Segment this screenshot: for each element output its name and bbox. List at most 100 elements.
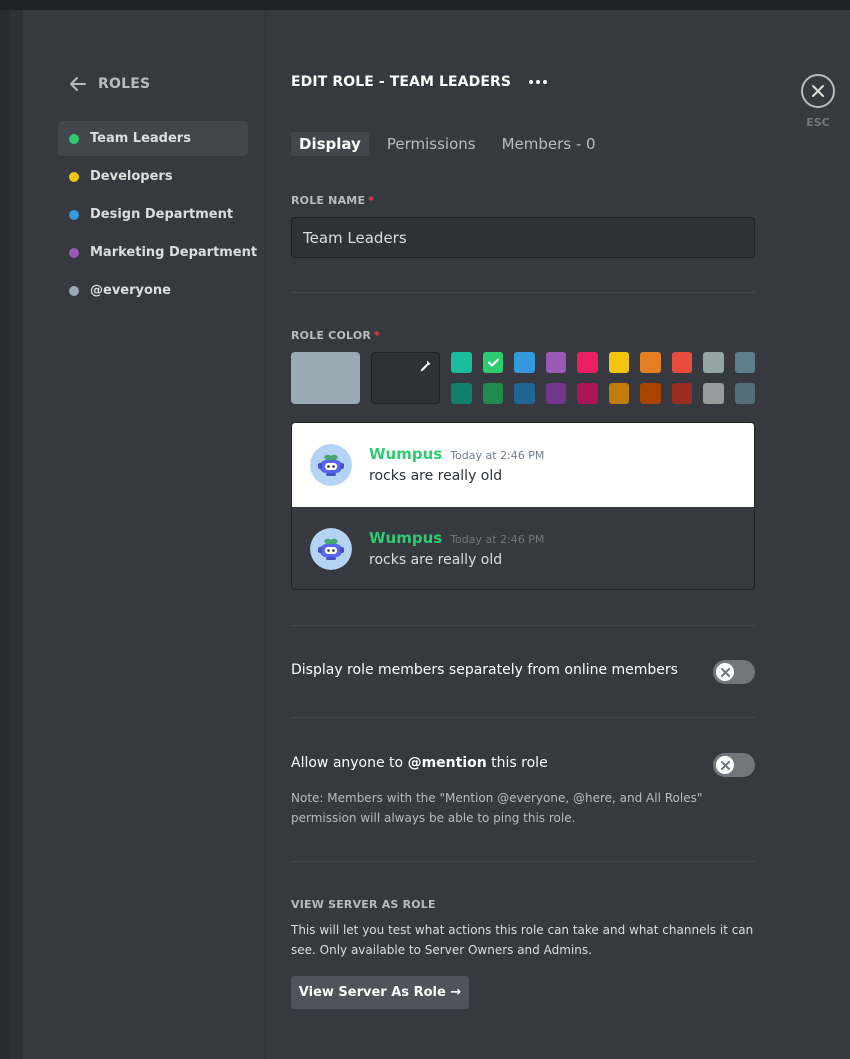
color-swatch[interactable] xyxy=(640,383,661,404)
role-item-team-leaders[interactable]: Team Leaders xyxy=(58,121,248,156)
close-area: ESC xyxy=(799,74,837,129)
mentionable-label-bold: @mention xyxy=(407,755,487,771)
color-swatch[interactable] xyxy=(514,383,535,404)
toggle-knob xyxy=(716,663,734,681)
swatch-row-top xyxy=(451,352,755,373)
role-item-marketing-department[interactable]: Marketing Department xyxy=(58,235,257,270)
message-header: Wumpus Today at 2:46 PM xyxy=(369,445,544,463)
color-swatch[interactable] xyxy=(734,352,755,373)
preview-timestamp: Today at 2:46 PM xyxy=(450,533,545,546)
color-swatches xyxy=(451,352,755,414)
role-item-label: Design Department xyxy=(90,207,234,222)
color-swatch-selected[interactable] xyxy=(482,352,503,373)
back-label: ROLES xyxy=(98,76,151,92)
role-item-label: Marketing Department xyxy=(90,245,258,260)
color-swatch[interactable] xyxy=(608,383,629,404)
role-item-label: Developers xyxy=(90,169,173,184)
swatch-row-bottom xyxy=(451,383,755,404)
divider xyxy=(291,717,755,718)
role-item-design-department[interactable]: Design Department xyxy=(58,197,248,232)
wumpus-avatar xyxy=(310,444,352,486)
hoist-toggle[interactable] xyxy=(713,660,755,684)
wumpus-avatar xyxy=(310,528,352,570)
close-icon xyxy=(720,667,730,677)
mentionable-toggle[interactable] xyxy=(713,753,755,777)
role-item-label: @everyone xyxy=(90,283,171,298)
role-color-label-text: ROLE COLOR xyxy=(291,329,372,342)
close-icon xyxy=(812,85,824,97)
color-swatch[interactable] xyxy=(703,383,724,404)
view-as-role-description: This will let you test what actions this… xyxy=(291,923,754,957)
eyedropper-icon xyxy=(420,360,431,372)
role-item-everyone[interactable]: @everyone xyxy=(58,273,248,308)
preview-message-dark: Wumpus Today at 2:46 PM rocks are really… xyxy=(292,507,754,589)
checkmark-icon xyxy=(487,358,499,367)
color-swatch[interactable] xyxy=(671,383,692,404)
role-name-label-text: ROLE NAME xyxy=(291,194,366,207)
color-swatch[interactable] xyxy=(545,383,566,404)
role-item-label: Team Leaders xyxy=(90,131,191,146)
message-header: Wumpus Today at 2:46 PM xyxy=(369,529,544,547)
divider xyxy=(291,292,755,293)
role-color-dot xyxy=(69,209,79,220)
role-color-preview: Wumpus Today at 2:46 PM rocks are really… xyxy=(291,422,755,590)
more-dots-icon xyxy=(529,80,534,84)
role-name-input[interactable] xyxy=(291,217,755,258)
toggle-knob xyxy=(716,756,734,774)
page-header: EDIT ROLE - TEAM LEADERS xyxy=(291,74,548,90)
server-rail xyxy=(0,10,23,1059)
hoist-setting-label: Display role members separately from onl… xyxy=(291,662,678,678)
tab-display[interactable]: Display xyxy=(291,132,369,156)
role-color-dot xyxy=(69,133,79,144)
close-icon xyxy=(720,760,730,770)
color-swatch[interactable] xyxy=(577,352,598,373)
mentionable-label-suffix: this role xyxy=(486,755,548,771)
color-swatch[interactable] xyxy=(577,383,598,404)
custom-color-picker[interactable] xyxy=(371,352,440,404)
color-swatch[interactable] xyxy=(703,352,724,373)
color-swatch[interactable] xyxy=(734,383,755,404)
preview-message-text: rocks are really old xyxy=(369,468,503,484)
more-options-button[interactable] xyxy=(529,80,548,84)
view-as-role-label: VIEW SERVER AS ROLE xyxy=(291,898,436,911)
required-mark: * xyxy=(368,194,375,207)
role-color-dot xyxy=(69,285,79,296)
window-top-bar xyxy=(0,0,850,10)
close-button[interactable] xyxy=(801,74,835,108)
role-item-developers[interactable]: Developers xyxy=(58,159,248,194)
color-swatch[interactable] xyxy=(482,383,503,404)
default-color-swatch[interactable] xyxy=(291,352,360,404)
mentionable-label-prefix: Allow anyone to xyxy=(291,755,408,771)
divider xyxy=(291,861,755,862)
role-color-dot xyxy=(69,247,79,258)
mentionable-setting-label: Allow anyone to @mention this role xyxy=(291,755,548,771)
role-color-label: ROLE COLOR * xyxy=(291,329,380,342)
color-swatch[interactable] xyxy=(671,352,692,373)
color-swatch[interactable] xyxy=(451,383,472,404)
color-swatch[interactable] xyxy=(640,352,661,373)
preview-username: Wumpus xyxy=(369,445,443,463)
required-mark: * xyxy=(374,329,380,342)
color-swatch[interactable] xyxy=(545,352,566,373)
role-name-label: ROLE NAME * xyxy=(291,194,374,207)
preview-username: Wumpus xyxy=(369,529,443,547)
color-swatch[interactable] xyxy=(451,352,472,373)
preview-timestamp: Today at 2:46 PM xyxy=(450,449,545,462)
more-dots-icon xyxy=(543,80,548,84)
more-dots-icon xyxy=(536,80,541,84)
esc-label: ESC xyxy=(806,116,830,129)
back-to-roles-button[interactable]: ROLES xyxy=(68,74,150,94)
page-title: EDIT ROLE - TEAM LEADERS xyxy=(291,74,512,90)
rail-edge xyxy=(0,10,10,1059)
mentionable-note: Note: Members with the "Mention @everyon… xyxy=(291,791,703,825)
role-color-dot xyxy=(69,171,79,182)
tab-permissions[interactable]: Permissions xyxy=(379,132,484,156)
tab-members[interactable]: Members - 0 xyxy=(494,132,604,156)
preview-message-light: Wumpus Today at 2:46 PM rocks are really… xyxy=(292,423,754,507)
roles-list: Team Leaders Developers Design Departmen… xyxy=(58,121,257,311)
color-swatch[interactable] xyxy=(608,352,629,373)
view-server-as-role-button[interactable]: View Server As Role → xyxy=(291,976,469,1009)
divider xyxy=(291,625,755,626)
color-swatch[interactable] xyxy=(514,352,535,373)
arrow-left-icon xyxy=(70,77,86,91)
